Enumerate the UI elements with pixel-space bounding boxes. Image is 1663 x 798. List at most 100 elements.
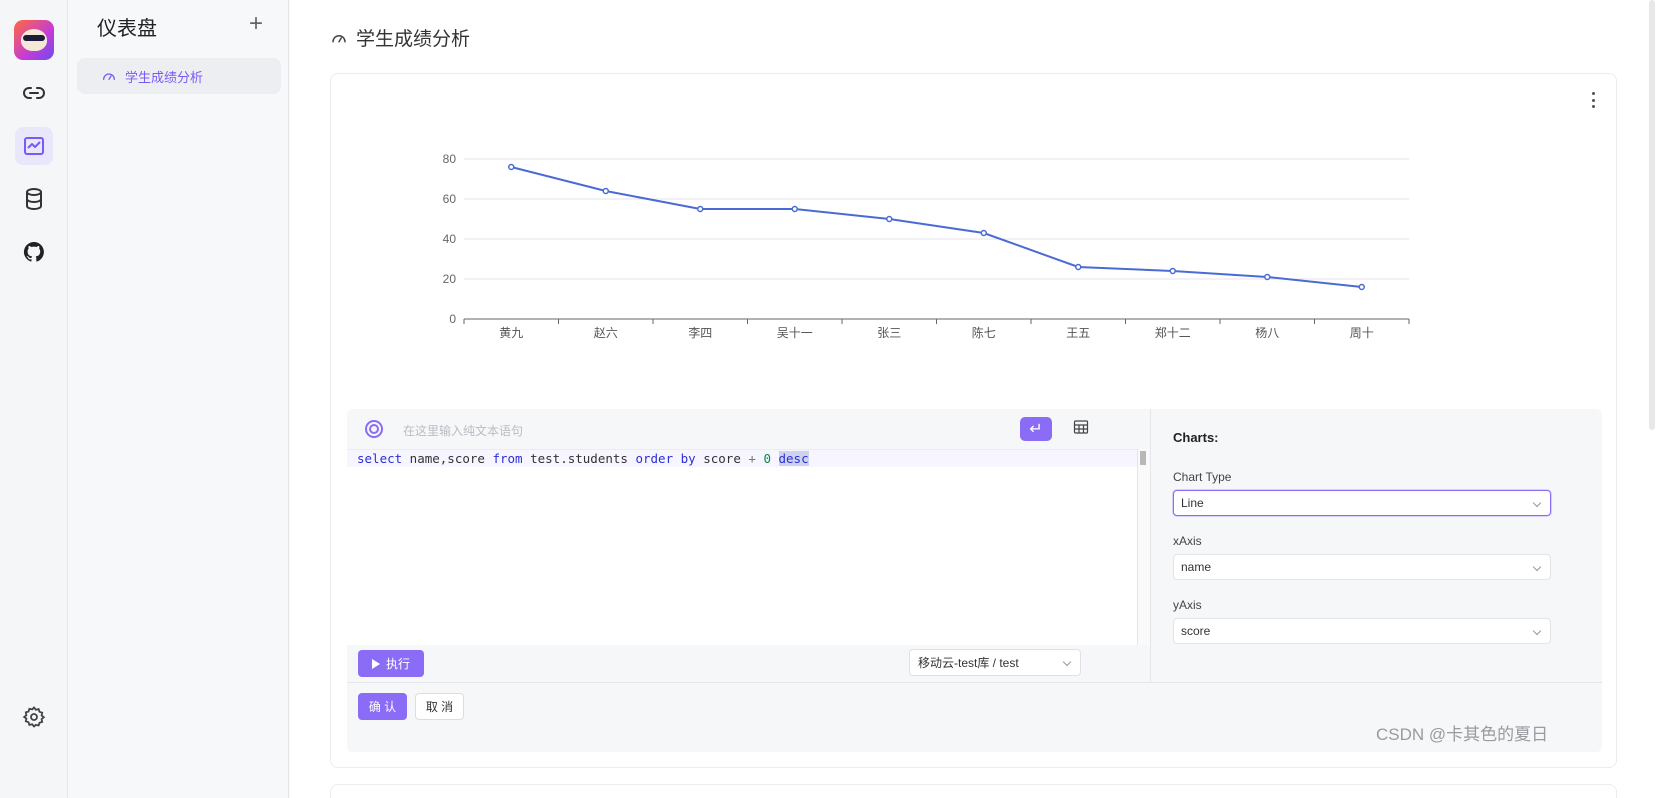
page-title-text: 学生成绩分析 [356, 29, 471, 50]
chevron-down-icon [1532, 626, 1542, 636]
datasource-value: 移动云-test库 / test [918, 656, 1019, 670]
sql-text: score [695, 451, 749, 466]
data-point [886, 215, 893, 223]
rail-database-button[interactable] [15, 180, 53, 218]
chevron-down-icon [1532, 498, 1542, 508]
x-tick-label: 杨八 [1255, 325, 1279, 340]
data-point [697, 205, 704, 213]
line-chart-svg: 0 20 40 60 80 黄九 赵六 李四 吴十一 张三 陈七 王五 郑十二 杨八 周十 [443, 152, 1410, 340]
sql-keyword-selected: desc [778, 451, 809, 466]
data-point [508, 163, 515, 171]
link-icon [23, 87, 45, 99]
add-dashboard-button[interactable]: + [249, 10, 263, 38]
more-dot-icon [1591, 92, 1595, 95]
x-tick-label: 王五 [1066, 326, 1090, 340]
rail-github-button[interactable] [15, 233, 53, 271]
page-scrollbar[interactable] [1649, 0, 1655, 430]
submit-enter-button[interactable]: ↵ [1020, 417, 1052, 441]
chart-type-value: Line [1181, 496, 1204, 510]
play-icon [371, 658, 380, 669]
run-button[interactable]: 执行 [358, 650, 424, 677]
divider [347, 682, 1602, 683]
gauge-icon [332, 34, 346, 42]
enter-icon: ↵ [1029, 421, 1043, 438]
data-point [1264, 273, 1271, 281]
data-point [791, 205, 798, 213]
run-label: 执行 [385, 657, 410, 671]
sql-text: test.students [522, 451, 636, 466]
sql-operator: + [748, 451, 756, 466]
xaxis-select[interactable]: name [1173, 554, 1551, 580]
sidebar-item-student-scores[interactable]: 学生成绩分析 [77, 58, 281, 94]
x-tick-label: 周十 [1350, 326, 1374, 340]
data-point [980, 229, 987, 237]
chevron-down-icon [1062, 657, 1072, 667]
page-title: 学生成绩分析 [330, 24, 470, 51]
cancel-button[interactable]: 取 消 [415, 693, 464, 720]
editor-scrollbar[interactable] [1137, 449, 1150, 645]
series-line [511, 166, 1362, 288]
chevron-down-icon [1532, 562, 1542, 572]
rail-dashboard-button[interactable] [15, 127, 53, 165]
y-tick-label: 0 [449, 312, 456, 326]
chart-card: 0 20 40 60 80 黄九 赵六 李四 吴十一 张三 陈七 王五 郑十二 杨八 周十 在这里输入纯文本… [330, 73, 1617, 768]
y-tick-label: 40 [443, 232, 457, 246]
more-menu-button[interactable] [1590, 92, 1596, 108]
gauge-icon [103, 73, 115, 80]
dashboard-sidebar: 仪表盘 + 学生成绩分析 [69, 0, 289, 798]
y-tick-label: 60 [443, 192, 457, 206]
yaxis-label: yAxis [1173, 598, 1202, 612]
data-point [1075, 263, 1082, 271]
sidebar-title: 仪表盘 [97, 18, 157, 40]
target-icon[interactable] [365, 420, 383, 438]
code-line: select name,score from test.students ord… [347, 450, 1137, 467]
dashboard-chart-icon [24, 137, 44, 155]
x-tick-label: 张三 [877, 326, 901, 340]
line-chart: 0 20 40 60 80 黄九 赵六 李四 吴十一 张三 陈七 王五 郑十二 杨八 周十 [391, 149, 1451, 449]
github-icon [23, 241, 44, 262]
x-tick-label: 陈七 [972, 325, 996, 340]
watermark: CSDN @卡其色的夏日 [1376, 725, 1549, 744]
x-tick-label: 吴十一 [777, 326, 813, 340]
sql-keyword: order by [635, 451, 696, 466]
sql-number: 0 [763, 451, 771, 466]
chart-type-select[interactable]: Line [1173, 490, 1551, 516]
rail-settings-button[interactable] [15, 698, 53, 736]
query-editor-panel: 在这里输入纯文本语句 ↵ select name,score from test… [347, 409, 1602, 752]
database-icon [26, 188, 42, 211]
yaxis-select[interactable]: score [1173, 618, 1551, 644]
xaxis-value: name [1181, 560, 1212, 574]
y-tick-label: 80 [443, 152, 457, 166]
y-tick-label: 20 [443, 272, 457, 286]
x-tick-label: 李四 [688, 325, 712, 340]
code-area[interactable]: select name,score from test.students ord… [347, 449, 1137, 645]
xaxis-label: xAxis [1173, 534, 1202, 548]
sql-keyword: select [357, 451, 403, 466]
x-tick-label: 郑十二 [1155, 325, 1191, 340]
confirm-button[interactable]: 确 认 [358, 693, 407, 720]
rail-link-button[interactable] [15, 74, 53, 112]
app-root: 仪表盘 + 学生成绩分析 学生成绩分析 0 20 40 60 80 黄九 赵六 李四 吴十一 张三… [0, 0, 1663, 798]
data-point [1358, 283, 1365, 291]
gear-icon [22, 706, 46, 728]
next-card [330, 784, 1617, 798]
yaxis-value: score [1181, 624, 1211, 638]
config-title: Charts: [1173, 430, 1219, 445]
chart-config-panel: Charts: Chart Type Line xAxis name yAxis… [1151, 409, 1602, 682]
more-dot-icon [1591, 98, 1595, 102]
nl-query-input[interactable]: 在这里输入纯文本语句 [403, 422, 523, 439]
sql-editor: 在这里输入纯文本语句 ↵ select name,score from test… [347, 409, 1150, 700]
chart-type-label: Chart Type [1173, 470, 1232, 484]
sql-text: name,score [402, 451, 493, 466]
data-point [1169, 267, 1176, 275]
editor-footer: 执行 移动云-test库 / test [347, 645, 1150, 700]
x-tick-label: 黄九 [499, 326, 523, 340]
app-logo[interactable] [14, 20, 54, 60]
icon-rail [0, 0, 68, 798]
main-content: 学生成绩分析 0 20 40 60 80 黄九 赵六 李四 吴十一 张三 陈七 王五 郑十二 杨八 周十 在… [290, 0, 1663, 798]
datasource-select[interactable]: 移动云-test库 / test [909, 649, 1081, 676]
sql-keyword: from [492, 451, 523, 466]
data-point [602, 187, 609, 195]
table-icon[interactable] [1073, 419, 1089, 435]
